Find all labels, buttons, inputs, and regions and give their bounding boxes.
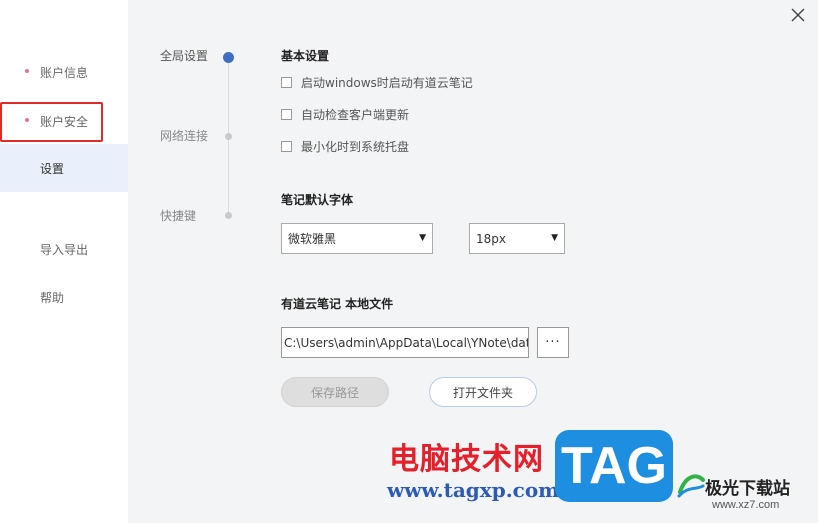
step-dot [225, 133, 232, 140]
sidebar: 账户信息 账户安全 设置 导入导出 帮助 [0, 0, 128, 523]
option-label: 自动检查客户端更新 [301, 108, 410, 122]
step-dot-active [223, 52, 234, 63]
aurora-logo-icon [677, 474, 705, 498]
option-auto-update[interactable]: 自动检查客户端更新 [281, 106, 409, 123]
save-path-button[interactable]: 保存路径 [281, 377, 389, 407]
sidebar-item-help[interactable]: 帮助 [0, 277, 128, 317]
open-folder-button[interactable]: 打开文件夹 [429, 377, 537, 407]
checkbox[interactable] [281, 77, 292, 88]
sidebar-item-label: 帮助 [40, 290, 65, 305]
font-size-select[interactable]: 18px ▼ [469, 223, 565, 254]
basic-settings-title: 基本设置 [281, 49, 330, 63]
highlight-annotation-box [0, 102, 103, 142]
sidebar-item-import-export[interactable]: 导入导出 [0, 229, 128, 269]
browse-button[interactable]: ··· [537, 327, 569, 358]
sidebar-item-label: 导入导出 [40, 242, 89, 257]
storage-path-input[interactable]: C:\Users\admin\AppData\Local\YNote\dat [281, 327, 529, 358]
font-settings-title: 笔记默认字体 [281, 193, 354, 207]
select-value: 18px [476, 231, 506, 246]
option-label: 最小化时到系统托盘 [301, 140, 410, 154]
bullet-icon [25, 69, 29, 73]
watermark-site-name: 极光下载站 [705, 479, 790, 499]
step-dot [225, 212, 232, 219]
watermark-tag-logo: TAG [555, 430, 673, 502]
watermark-url: www.tagxp.com [387, 478, 560, 502]
close-icon[interactable] [790, 7, 806, 23]
step-network[interactable]: 网络连接 [160, 127, 208, 144]
dropdown-arrow-icon: ▼ [419, 233, 426, 243]
checkbox[interactable] [281, 109, 292, 120]
checkbox[interactable] [281, 141, 292, 152]
step-shortcuts[interactable]: 快捷键 [160, 207, 196, 224]
sidebar-item-settings[interactable]: 设置 [0, 144, 128, 192]
sidebar-item-label: 账户信息 [40, 65, 89, 80]
storage-title: 有道云笔记 本地文件 [281, 297, 394, 311]
option-launch-on-startup[interactable]: 启动windows时启动有道云笔记 [281, 74, 473, 91]
sidebar-item-account-info[interactable]: 账户信息 [0, 52, 128, 92]
step-global-settings[interactable]: 全局设置 [160, 47, 208, 64]
option-label: 启动windows时启动有道云笔记 [301, 76, 473, 90]
option-minimize-to-tray[interactable]: 最小化时到系统托盘 [281, 138, 409, 155]
watermark-site-url: www.xz7.com [712, 499, 780, 511]
watermark-text-cn: 电脑技术网 [389, 442, 544, 477]
select-value: 微软雅黑 [288, 232, 337, 246]
sidebar-item-label: 设置 [40, 161, 65, 176]
font-family-select[interactable]: 微软雅黑 ▼ [281, 223, 433, 254]
dropdown-arrow-icon: ▼ [551, 233, 558, 243]
